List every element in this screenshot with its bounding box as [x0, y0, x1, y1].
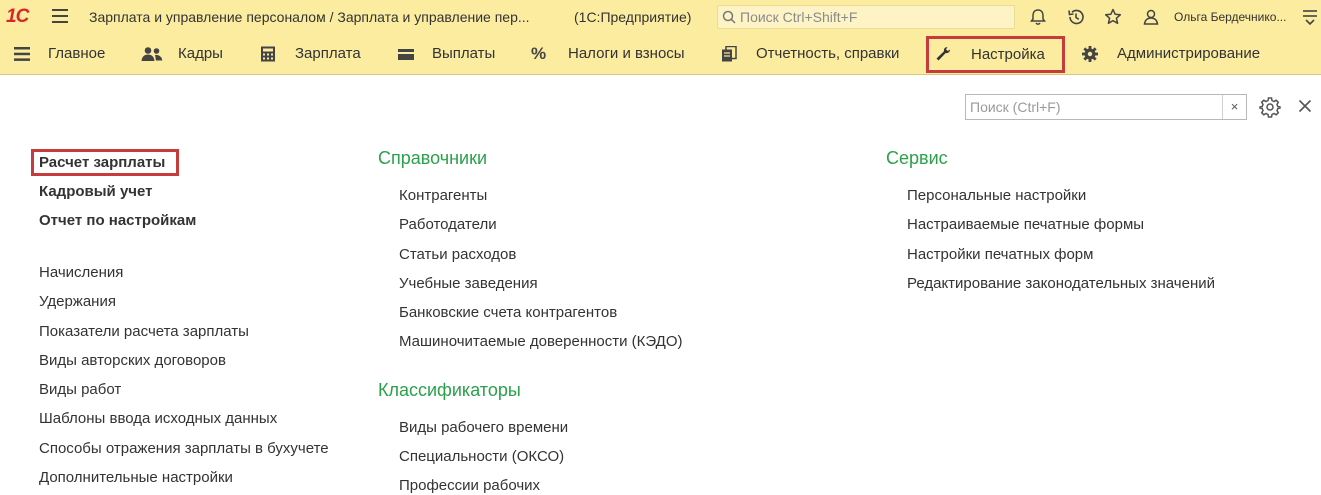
- link-employers[interactable]: Работодатели: [399, 216, 497, 234]
- people-icon: [141, 47, 163, 61]
- app-mode: (1С:Предприятие): [574, 9, 692, 25]
- content-search[interactable]: ×: [965, 94, 1247, 120]
- link-counterparty-bank-accounts[interactable]: Банковские счета контрагентов: [399, 304, 617, 322]
- link-salary-accounting-methods[interactable]: Способы отражения зарплаты в бухучете: [39, 440, 329, 458]
- close-icon[interactable]: [1297, 98, 1313, 114]
- menu-list-icon: [14, 47, 30, 61]
- section-label: Зарплата: [295, 45, 361, 62]
- gear-icon: [1082, 46, 1098, 62]
- user-icon[interactable]: [1141, 7, 1161, 27]
- link-author-contract-types[interactable]: Виды авторских договоров: [39, 352, 226, 370]
- link-deductions[interactable]: Удержания: [39, 293, 116, 311]
- star-icon[interactable]: [1103, 7, 1123, 27]
- link-personal-settings[interactable]: Персональные настройки: [907, 187, 1086, 205]
- section-main[interactable]: Главное: [0, 34, 120, 74]
- percent-icon: %: [531, 44, 547, 63]
- section-payments[interactable]: Выплаты: [388, 34, 518, 74]
- content-search-input[interactable]: [970, 98, 1218, 116]
- link-working-time-types[interactable]: Виды рабочего времени: [399, 419, 568, 437]
- main-menu-icon[interactable]: [52, 9, 68, 23]
- global-search[interactable]: [717, 5, 1015, 29]
- settings-gear-icon[interactable]: [1259, 96, 1281, 118]
- sections-panel: Главное Кадры Зарплата Выплаты % Налоги …: [0, 34, 1321, 75]
- search-icon: [722, 10, 736, 24]
- app-logo: 1С: [6, 6, 29, 27]
- user-name[interactable]: Ольга Бердечнико...: [1174, 0, 1286, 34]
- link-settings-report[interactable]: Отчет по настройкам: [39, 212, 196, 230]
- wrench-icon: [936, 47, 950, 61]
- history-icon[interactable]: [1066, 7, 1086, 27]
- reports-icon: [722, 46, 737, 62]
- link-accruals[interactable]: Начисления: [39, 264, 123, 282]
- title-bar: 1С Зарплата и управление персоналом / За…: [0, 0, 1321, 35]
- link-specialties-okso[interactable]: Специальности (ОКСО): [399, 448, 564, 466]
- section-label: Главное: [48, 45, 106, 62]
- section-label: Настройка: [971, 46, 1045, 63]
- wallet-icon: [398, 49, 414, 60]
- link-salary-calculation[interactable]: Расчет зарплаты: [39, 154, 165, 172]
- link-hr-accounting[interactable]: Кадровый учет: [39, 183, 153, 201]
- section-administration[interactable]: Администрирование: [1075, 34, 1275, 74]
- section-hr[interactable]: Кадры: [130, 34, 240, 74]
- link-salary-indicators[interactable]: Показатели расчета зарплаты: [39, 323, 249, 341]
- section-taxes[interactable]: % Налоги и взносы: [522, 34, 707, 74]
- section-label: Отчетность, справки: [756, 45, 900, 62]
- section-label: Администрирование: [1117, 45, 1261, 62]
- clear-search-button[interactable]: ×: [1222, 95, 1246, 119]
- section-label: Кадры: [178, 45, 223, 62]
- calculator-icon: [261, 46, 275, 62]
- link-print-form-settings[interactable]: Настройки печатных форм: [907, 246, 1093, 264]
- link-worker-professions[interactable]: Профессии рабочих: [399, 477, 540, 495]
- bell-icon[interactable]: [1028, 7, 1048, 27]
- app-title: Зарплата и управление персоналом / Зарпл…: [89, 9, 530, 25]
- section-label: Выплаты: [432, 45, 496, 62]
- link-counterparties[interactable]: Контрагенты: [399, 187, 487, 205]
- window-menu-icon[interactable]: [1300, 7, 1320, 27]
- section-salary[interactable]: Зарплата: [250, 34, 380, 74]
- section-settings[interactable]: Настройка: [926, 36, 1065, 73]
- group-title-classifiers: Классификаторы: [378, 380, 521, 400]
- link-machine-readable-powers[interactable]: Машиночитаемые доверенности (КЭДО): [399, 333, 682, 351]
- global-search-input[interactable]: [740, 8, 1010, 26]
- link-work-types[interactable]: Виды работ: [39, 381, 121, 399]
- link-additional-settings[interactable]: Дополнительные настройки: [39, 469, 233, 487]
- section-reports[interactable]: Отчетность, справки: [712, 34, 917, 74]
- link-educational-institutions[interactable]: Учебные заведения: [399, 275, 538, 293]
- link-expense-items[interactable]: Статьи расходов: [399, 246, 516, 264]
- link-custom-print-forms[interactable]: Настраиваемые печатные формы: [907, 216, 1144, 234]
- link-input-templates[interactable]: Шаблоны ввода исходных данных: [39, 410, 277, 428]
- group-title-catalogs: Справочники: [378, 148, 488, 168]
- group-title-service: Сервис: [886, 148, 948, 168]
- link-legislative-values-editing[interactable]: Редактирование законодательных значений: [907, 275, 1215, 293]
- section-label: Налоги и взносы: [568, 45, 685, 62]
